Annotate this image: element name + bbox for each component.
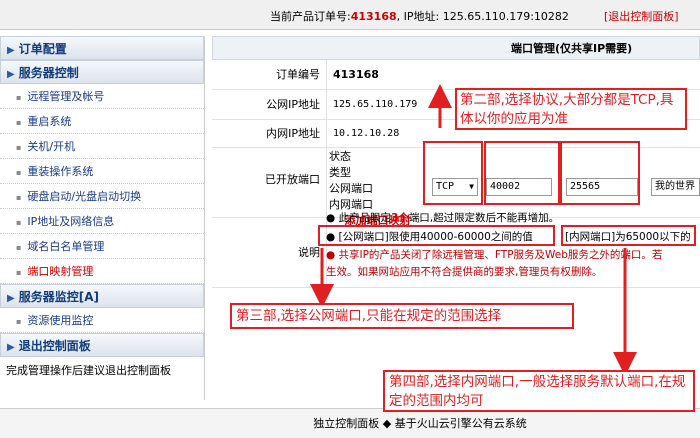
item-label: 硬盘启动/光盘启动切换 [27, 190, 142, 203]
sidebar-item-whitelist[interactable]: ▪ 域名白名单管理 [0, 234, 204, 259]
item-label: 远程管理及帐号 [27, 90, 105, 103]
item-label: 重启系统 [27, 115, 72, 128]
bullet-icon: ▪ [16, 218, 22, 227]
item-label: 资源使用监控 [27, 314, 94, 327]
section-label: 服务器监控[A] [18, 290, 99, 304]
sidebar-item-port-mapping[interactable]: ▪ 端口映射管理 [0, 259, 204, 284]
ip-address: 125.65.110.179:10282 [442, 10, 569, 23]
order-no-value: 413168 [333, 68, 379, 81]
sidebar-item-boot-switch[interactable]: ▪ 硬盘启动/光盘启动切换 [0, 184, 204, 209]
page-title: 端口管理(仅共享IP需要) [212, 36, 700, 60]
col-public-port: 公网端口 [329, 182, 373, 195]
order-info: 当前产品订单号:413168, IP地址: 125.65.110.179:102… [270, 8, 569, 24]
sidebar-footer: 完成管理操作后建议退出控制面板 [6, 364, 171, 377]
bullet-icon: ▪ [16, 193, 22, 202]
bullet-icon: ▪ [16, 243, 22, 252]
highlight-type [423, 141, 483, 205]
annotation-step4: 第四部,选择内网端口,一般选择服务默认端口,在规定的范围内均可 [383, 370, 695, 412]
bullet-icon: ▪ [16, 93, 22, 102]
note-text: ● 此产品限定 [326, 212, 391, 224]
bullet-icon: ▪ [16, 118, 22, 127]
annotation-step2: 第二部,选择协议,大部分都是TCP,具体以你的应用为准 [455, 88, 687, 130]
sidebar-section-order-config[interactable]: ▶ 订单配置 [0, 36, 204, 60]
section-label: 服务器控制 [18, 66, 79, 80]
highlight-private-range [561, 225, 696, 246]
chevron-right-icon: ▶ [7, 69, 15, 80]
bullet-icon: ▪ [16, 168, 22, 177]
sidebar: ▶ 订单配置 ▶ 服务器控制 ▪ 远程管理及帐号 ▪ 重启系统 ▪ 关机/开机 ▪ 重装操作… [0, 36, 205, 400]
status-bar: 独立控制面板 ◆ 基于火山云引擎公有云系统 [0, 408, 700, 438]
logout-link[interactable]: [退出控制面板] [604, 8, 679, 24]
col-status: 状态 [329, 150, 351, 163]
sidebar-section-monitor[interactable]: ▶ 服务器监控[A] [0, 284, 204, 308]
col-type: 类型 [329, 166, 351, 179]
sidebar-item-network[interactable]: ▪ IP地址及网络信息 [0, 209, 204, 234]
ports-label: 已开放端口 [212, 148, 327, 217]
note-highlight: 3个 [391, 212, 409, 224]
highlight-public-range [318, 225, 555, 246]
sidebar-item-resource-monitor[interactable]: ▪ 资源使用监控 [0, 308, 204, 333]
bullet-icon: ▪ [16, 143, 22, 152]
order-label: 当前产品订单号: [270, 10, 351, 23]
highlight-public-port [484, 141, 560, 205]
sidebar-item-remote[interactable]: ▪ 远程管理及帐号 [0, 84, 204, 109]
order-row: 订单编号 413168 [212, 60, 700, 90]
note-text: 端口,超过限定数后不能再增加。 [408, 212, 560, 224]
section-label: 退出控制面板 [18, 339, 91, 353]
sidebar-section-server-control[interactable]: ▶ 服务器控制 [0, 60, 204, 84]
order-number: 413168 [350, 10, 397, 23]
sidebar-item-power[interactable]: ▪ 关机/开机 [0, 134, 204, 159]
sidebar-item-reboot[interactable]: ▪ 重启系统 [0, 109, 204, 134]
order-no-label: 订单编号 [212, 60, 327, 89]
note-policy: 生效。如果网站应用不符合提供商的要求,管理员有权删除。 [326, 266, 603, 278]
chevron-right-icon: ▶ [7, 342, 15, 353]
note-closed-ports: ● 共享IP的产品关闭了除远程管理、FTP服务及Web服务之外的端口。若 [326, 249, 663, 261]
annotation-step3: 第三部,选择公网端口,只能在规定的范围选择 [230, 303, 574, 329]
bullet-icon: ▪ [16, 268, 22, 277]
notes-label: 说明 [212, 218, 327, 287]
private-ip-label: 内网IP地址 [212, 120, 327, 147]
item-label: IP地址及网络信息 [27, 215, 115, 228]
app-preset-select[interactable]: 我的世界 [651, 178, 700, 196]
public-ip-label: 公网IP地址 [212, 90, 327, 119]
chevron-right-icon: ▶ [7, 45, 15, 56]
top-bar: 当前产品订单号:413168, IP地址: 125.65.110.179:102… [0, 0, 700, 30]
ip-label: , IP地址: [396, 10, 440, 23]
bullet-icon: ▪ [16, 317, 22, 326]
item-label: 端口映射管理 [27, 265, 94, 278]
item-label: 重装操作系统 [27, 165, 94, 178]
chevron-right-icon: ▶ [7, 293, 15, 304]
highlight-private-port [560, 141, 640, 205]
item-label: 域名白名单管理 [27, 240, 105, 253]
sidebar-item-reinstall[interactable]: ▪ 重装操作系统 [0, 159, 204, 184]
note-port-limit: ● 此产品限定3个端口,超过限定数后不能再增加。 [326, 210, 559, 225]
item-label: 关机/开机 [27, 140, 76, 153]
section-label: 订单配置 [18, 42, 67, 56]
sidebar-section-exit[interactable]: ▶ 退出控制面板 [0, 333, 204, 357]
